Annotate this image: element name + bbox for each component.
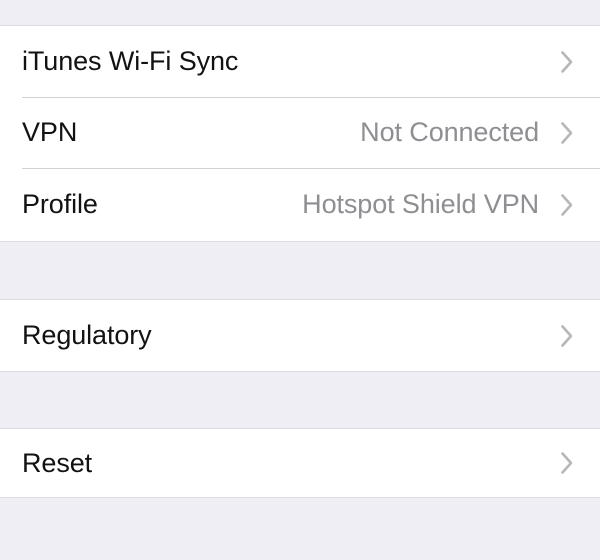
chevron-right-icon	[556, 190, 578, 220]
settings-row-profile[interactable]: Profile Hotspot Shield VPN	[0, 168, 600, 241]
settings-section-reset: Reset	[0, 429, 600, 497]
chevron-right-icon	[556, 118, 578, 148]
settings-row-label: iTunes Wi-Fi Sync	[22, 46, 239, 76]
settings-row-regulatory[interactable]: Regulatory	[0, 300, 600, 371]
settings-row-label: VPN	[22, 117, 78, 147]
section-gap-2	[0, 371, 600, 429]
settings-row-value: Not Connected	[360, 117, 539, 147]
settings-screen: iTunes Wi-Fi Sync VPN Not Connected Prof…	[0, 0, 600, 560]
settings-row-reset[interactable]: Reset	[0, 429, 600, 497]
section-gap-top	[0, 0, 600, 26]
settings-row-itunes-wifi-sync[interactable]: iTunes Wi-Fi Sync	[0, 26, 600, 97]
settings-section-connectivity: iTunes Wi-Fi Sync VPN Not Connected Prof…	[0, 26, 600, 241]
settings-row-value: Hotspot Shield VPN	[302, 189, 539, 219]
section-gap-bottom	[0, 497, 600, 560]
settings-section-regulatory: Regulatory	[0, 300, 600, 371]
chevron-right-icon	[556, 448, 578, 478]
settings-row-label: Profile	[22, 189, 98, 219]
section-gap-1	[0, 241, 600, 300]
settings-row-label: Regulatory	[22, 320, 152, 350]
chevron-right-icon	[556, 47, 578, 77]
settings-row-vpn[interactable]: VPN Not Connected	[0, 97, 600, 168]
settings-row-label: Reset	[22, 447, 93, 478]
chevron-right-icon	[556, 321, 578, 351]
